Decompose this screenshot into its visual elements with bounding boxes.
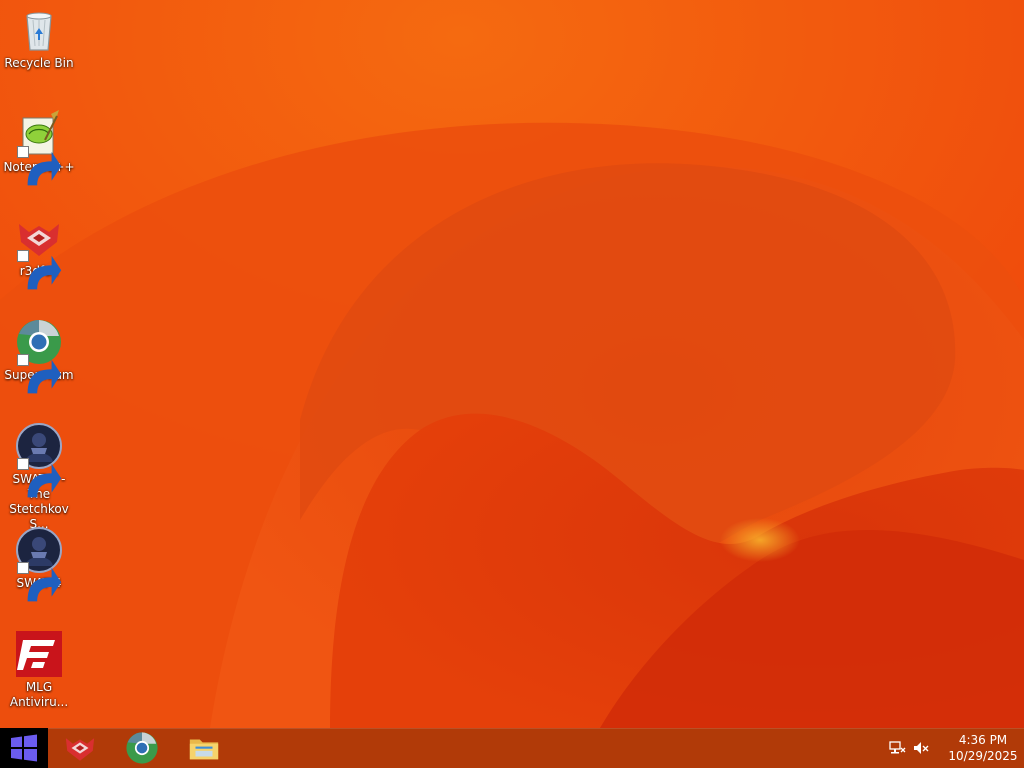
windows-logo-icon — [11, 734, 37, 762]
network-icon[interactable] — [888, 739, 906, 757]
desktop[interactable]: Recycle Bin Notepad++ — [0, 0, 1024, 728]
desktop-wallpaper — [0, 0, 1024, 728]
shortcut-arrow-icon — [17, 146, 62, 186]
notepad-plus-plus-icon — [15, 110, 63, 186]
taskbar-app-r3dfox[interactable] — [50, 728, 110, 768]
start-button[interactable] — [0, 728, 48, 768]
desktop-icon-label: MLG Antiviru... — [9, 680, 69, 709]
swat4-stetchkov-icon — [15, 422, 63, 498]
recycle-bin-icon — [15, 6, 63, 54]
file-explorer-icon — [189, 739, 219, 760]
system-tray: 4:36 PM 10/29/2025 — [888, 728, 1024, 768]
volume-muted-icon[interactable] — [912, 739, 930, 757]
desktop-icon-swat4[interactable]: SWAT 4 — [0, 526, 78, 602]
mlg-antivirus-icon — [15, 630, 63, 678]
taskbar-clock[interactable]: 4:36 PM 10/29/2025 — [944, 732, 1022, 764]
desktop-icon-notepad-plus-plus[interactable]: Notepad++ — [0, 110, 78, 186]
r3dfox-icon — [15, 214, 63, 290]
supermium-icon — [126, 732, 158, 764]
shortcut-arrow-icon — [17, 250, 62, 290]
desktop-icon-swat4-stetchkov[interactable]: SWAT 4 - The Stetchkov S... — [0, 422, 78, 532]
taskbar: 4:36 PM 10/29/2025 — [0, 728, 1024, 768]
shortcut-arrow-icon — [17, 458, 62, 498]
supermium-icon — [15, 318, 63, 394]
desktop-icon-label: Recycle Bin — [4, 56, 74, 70]
desktop-icon-supermium[interactable]: Supermium — [0, 318, 78, 394]
r3dfox-icon — [65, 738, 95, 761]
taskbar-app-supermium[interactable] — [112, 728, 172, 768]
swat4-icon — [15, 526, 63, 602]
desktop-icon-mlg-antivirus[interactable]: MLG Antiviru... — [0, 630, 78, 710]
desktop-icon-recycle-bin[interactable]: Recycle Bin — [0, 6, 78, 71]
clock-time: 4:36 PM — [958, 733, 1008, 747]
desktop-icon-r3dfox[interactable]: r3dfox — [0, 214, 78, 290]
shortcut-arrow-icon — [17, 354, 62, 394]
shortcut-arrow-icon — [17, 562, 62, 602]
clock-date: 10/29/2025 — [948, 749, 1018, 763]
taskbar-app-file-explorer[interactable] — [174, 728, 234, 768]
